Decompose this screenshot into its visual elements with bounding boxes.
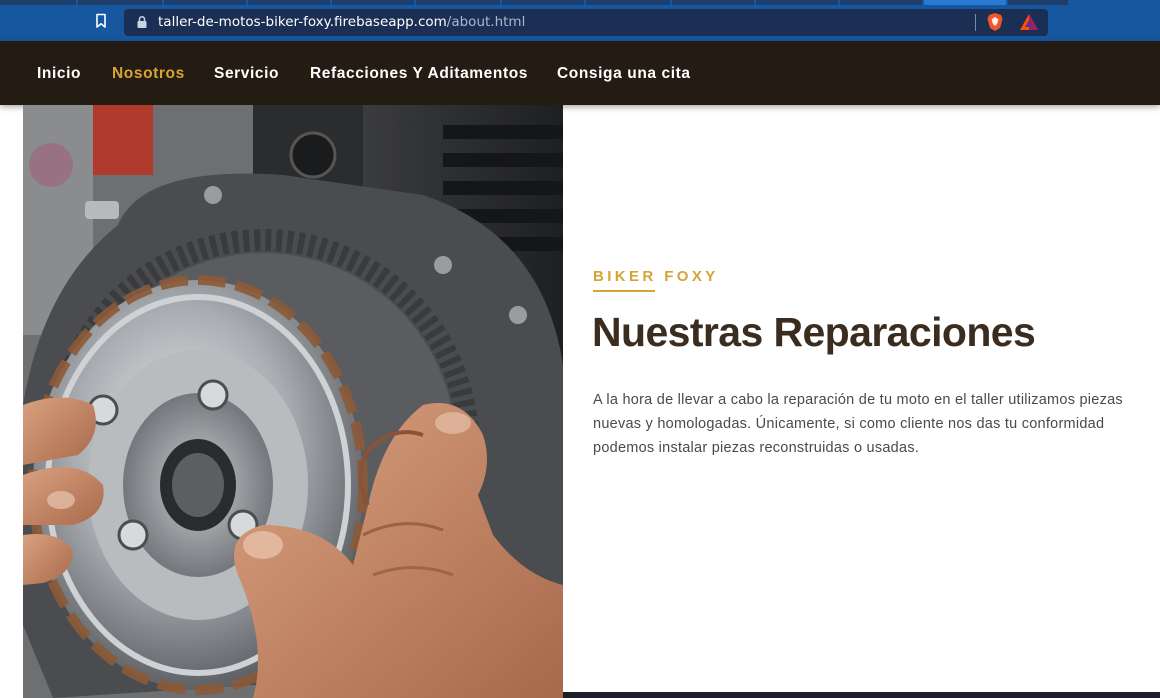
site-navbar: Inicio Nosotros Servicio Refacciones Y A… — [0, 41, 1160, 105]
nav-item-refacciones[interactable]: Refacciones Y Aditamentos — [310, 64, 528, 84]
brave-shield-icon[interactable] — [986, 12, 1004, 32]
url-host: taller-de-motos-biker-foxy.firebaseapp.c… — [158, 14, 447, 30]
nav-item-servicio[interactable]: Servicio — [214, 64, 279, 84]
section-body: A la hora de llevar a cabo la reparación… — [593, 392, 1123, 456]
clutch-repair-photo — [23, 105, 563, 698]
nav-item-nosotros[interactable]: Nosotros — [112, 64, 185, 84]
nav-item-consiga-cita[interactable]: Consiga una cita — [557, 64, 691, 84]
browser-toolbar: taller-de-motos-biker-foxy.firebaseapp.c… — [0, 0, 1160, 41]
address-divider — [975, 14, 976, 31]
lock-icon[interactable] — [136, 15, 148, 29]
bookmark-icon[interactable] — [94, 13, 108, 29]
url-path: /about.html — [446, 14, 526, 30]
tab-strip — [0, 0, 1160, 5]
url-text[interactable]: taller-de-motos-biker-foxy.firebaseapp.c… — [158, 13, 525, 31]
eyebrow-underline — [593, 290, 655, 292]
bottom-edge-strip — [563, 692, 1160, 698]
brave-rewards-icon[interactable] — [1019, 13, 1039, 31]
section-eyebrow: BIKER FOXY — [593, 268, 719, 285]
nav-item-inicio[interactable]: Inicio — [37, 64, 81, 84]
section-title: Nuestras Reparaciones — [592, 309, 1036, 355]
